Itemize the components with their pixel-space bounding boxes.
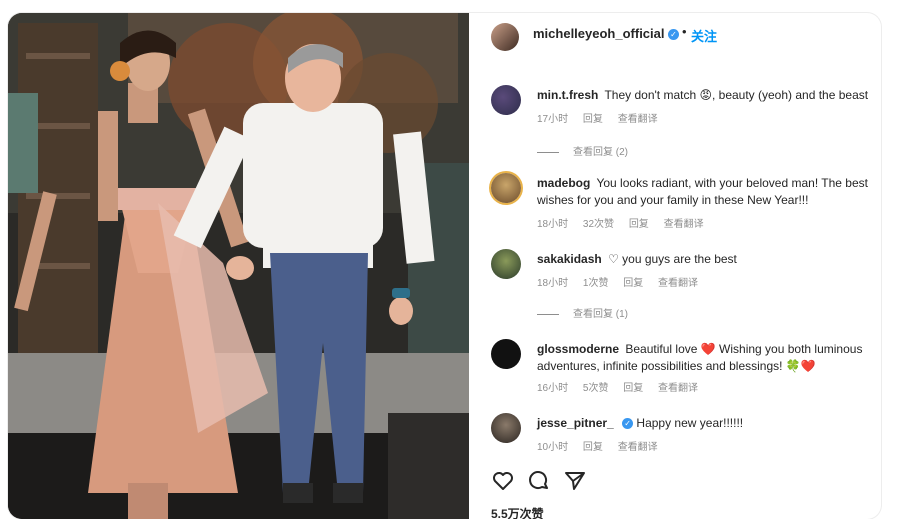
post-photo-image — [8, 13, 469, 519]
comment-time[interactable]: 18小时 — [537, 219, 568, 230]
replies-divider — [537, 313, 559, 315]
comment-item: min.t.fresh They don't match 😡, beauty (… — [469, 85, 881, 158]
translate-button[interactable]: 查看翻译 — [618, 114, 658, 125]
post-header: michelleyeoh_official ✓ • 关注 — [469, 13, 881, 61]
reply-button[interactable]: 回复 — [583, 442, 603, 453]
commenter-username[interactable]: glossmoderne — [537, 342, 619, 356]
commenter-avatar[interactable] — [491, 413, 521, 443]
comments-panel: michelleyeoh_official ✓ • 关注 min.t.fresh… — [469, 13, 881, 519]
reply-button[interactable]: 回复 — [629, 219, 649, 230]
replies-divider — [537, 151, 559, 153]
commenter-avatar[interactable] — [491, 339, 521, 369]
comment-item: madebog You looks radiant, with your bel… — [469, 173, 881, 233]
comment-text-row: madebog You looks radiant, with your bel… — [537, 175, 877, 209]
translate-button[interactable]: 查看翻译 — [664, 219, 704, 230]
comment-meta: 17小时 回复 查看翻译 — [537, 110, 670, 125]
view-replies-label: 查看回复 (2) — [573, 147, 628, 158]
view-replies-button[interactable]: 查看回复 (1) — [537, 305, 628, 320]
comment-likes[interactable]: 5次赞 — [583, 383, 609, 394]
comment-time[interactable]: 18小时 — [537, 278, 568, 289]
comment-meta: 18小时 1次赞 回复 查看翻译 — [537, 274, 710, 289]
commenter-username[interactable]: sakakidash — [537, 252, 602, 266]
comment-time[interactable]: 16小时 — [537, 383, 568, 394]
author-username[interactable]: michelleyeoh_official — [533, 26, 665, 41]
comment-item: jesse_pitner_ ✓ Happy new year!!!!!! 10小… — [469, 413, 881, 457]
likes-count[interactable]: 5.5万次赞 — [491, 505, 544, 519]
comment-item: glossmoderne Beautiful love ❤️ Wishing y… — [469, 339, 881, 399]
verified-badge-icon: ✓ — [668, 29, 679, 40]
heart-icon[interactable] — [491, 469, 515, 493]
author-avatar[interactable] — [491, 23, 519, 51]
post-actions — [491, 469, 611, 493]
comment-meta: 10小时 回复 查看翻译 — [537, 438, 670, 453]
comment-text-row: glossmoderne Beautiful love ❤️ Wishing y… — [537, 341, 877, 375]
commenter-avatar[interactable] — [491, 249, 521, 279]
verified-badge-icon: ✓ — [622, 418, 634, 430]
commenter-username[interactable]: min.t.fresh — [537, 88, 598, 102]
commenter-username[interactable]: jesse_pitner_ — [537, 416, 614, 430]
reply-button[interactable]: 回复 — [623, 278, 643, 289]
translate-button[interactable]: 查看翻译 — [658, 278, 698, 289]
comment-body: ♡ you guys are the best — [608, 252, 737, 266]
commenter-avatar[interactable] — [491, 173, 521, 203]
translate-button[interactable]: 查看翻译 — [618, 442, 658, 453]
commenter-username[interactable]: madebog — [537, 176, 590, 190]
comment-likes[interactable]: 32次赞 — [583, 219, 614, 230]
view-replies-button[interactable]: 查看回复 (2) — [537, 143, 628, 158]
comment-body: They don't match 😡, beauty (yeoh) and th… — [604, 88, 869, 102]
comment-bubble-icon[interactable] — [527, 469, 551, 493]
comment-text-row: jesse_pitner_ ✓ Happy new year!!!!!! — [537, 415, 877, 432]
post-photo[interactable] — [8, 13, 469, 519]
separator-dot: • — [682, 24, 687, 39]
reply-button[interactable]: 回复 — [583, 114, 603, 125]
comment-meta: 18小时 32次赞 回复 查看翻译 — [537, 215, 716, 230]
instagram-post-card: michelleyeoh_official ✓ • 关注 min.t.fresh… — [8, 13, 881, 519]
view-replies-label: 查看回复 (1) — [573, 309, 628, 320]
reply-button[interactable]: 回复 — [623, 383, 643, 394]
comment-meta: 16小时 5次赞 回复 查看翻译 — [537, 379, 710, 394]
follow-button[interactable]: 关注 — [691, 26, 717, 45]
comment-time[interactable]: 17小时 — [537, 114, 568, 125]
comment-time[interactable]: 10小时 — [537, 442, 568, 453]
commenter-avatar[interactable] — [491, 85, 521, 115]
paper-plane-icon[interactable] — [563, 469, 587, 493]
comment-item: sakakidash ♡ you guys are the best 18小时 … — [469, 249, 881, 320]
comment-body: Happy new year!!!!!! — [636, 416, 744, 430]
comment-text-row: min.t.fresh They don't match 😡, beauty (… — [537, 87, 877, 104]
comment-text-row: sakakidash ♡ you guys are the best — [537, 251, 877, 268]
comment-likes[interactable]: 1次赞 — [583, 278, 609, 289]
translate-button[interactable]: 查看翻译 — [658, 383, 698, 394]
